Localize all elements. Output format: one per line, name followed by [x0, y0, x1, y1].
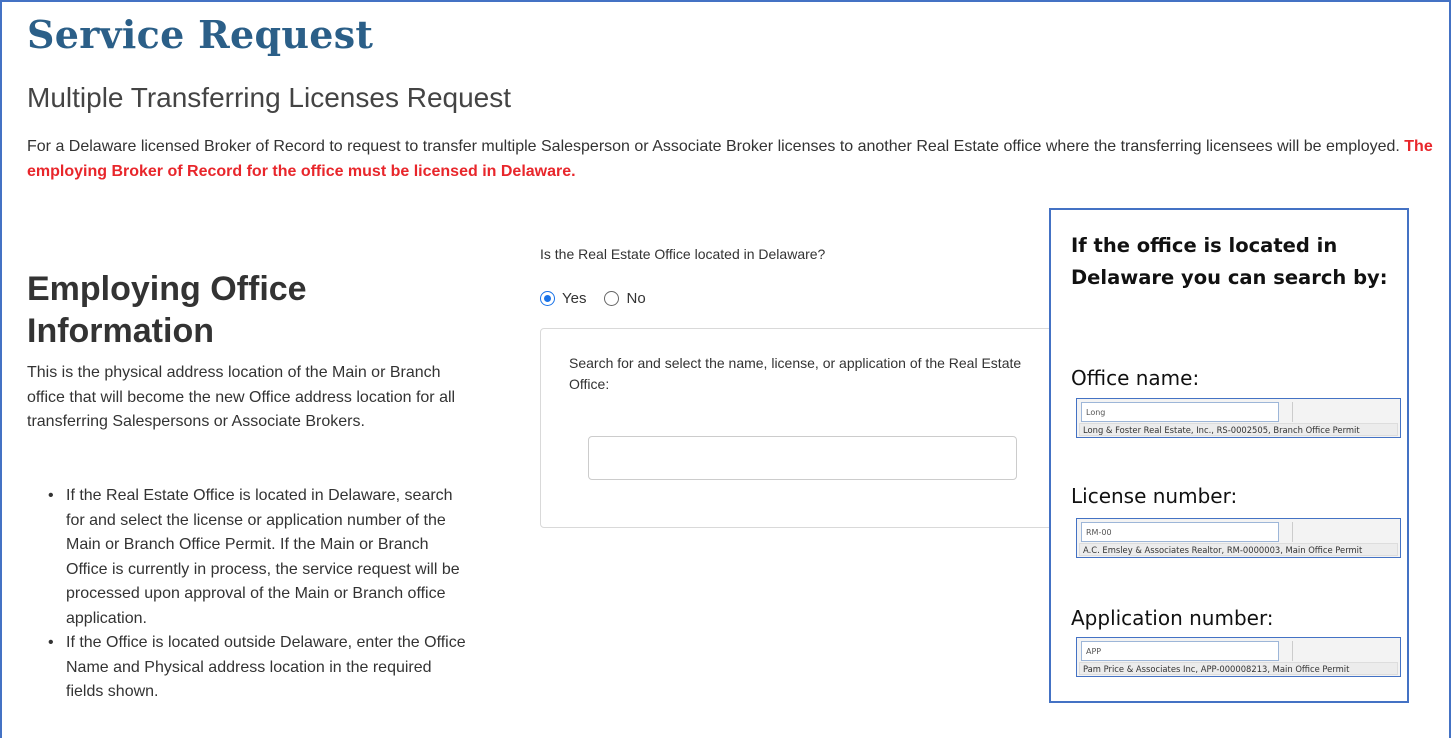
example-result: Long & Foster Real Estate, Inc., RS-0002…	[1079, 423, 1398, 436]
location-question: Is the Real Estate Office located in Del…	[540, 246, 826, 262]
callout-title: If the office is located in Delaware you…	[1071, 234, 1388, 289]
example-result: Pam Price & Associates Inc, APP-00000821…	[1079, 662, 1398, 675]
example-divider	[1292, 402, 1293, 422]
example-label-license-number: License number:	[1071, 484, 1238, 508]
office-search-input[interactable]	[588, 436, 1017, 480]
radio-no-label: No	[626, 290, 646, 307]
list-item: • If the Real Estate Office is located i…	[48, 484, 468, 631]
example-label-application-number: Application number:	[1071, 606, 1274, 630]
section-heading: Employing Office Information	[27, 270, 307, 350]
page-title: Service Request	[27, 12, 374, 57]
radio-yes-label: Yes	[562, 290, 587, 307]
office-search-panel: Search for and select the name, license,…	[540, 328, 1060, 528]
office-search-label: Search for and select the name, license,…	[569, 355, 1022, 392]
section-description: This is the physical address location of…	[27, 364, 456, 430]
intro-description: For a Delaware licensed Broker of Record…	[27, 138, 1400, 155]
example-result: A.C. Emsley & Associates Realtor, RM-000…	[1079, 543, 1398, 556]
example-divider	[1292, 641, 1293, 661]
bullet-icon: •	[48, 634, 54, 651]
example-input: APP	[1081, 641, 1279, 661]
radio-yes[interactable]	[540, 291, 555, 306]
radio-option-no[interactable]: No	[604, 290, 646, 307]
list-item: • If the Office is located outside Delaw…	[48, 631, 468, 705]
example-input: Long	[1081, 402, 1279, 422]
example-office-name: Long Long & Foster Real Estate, Inc., RS…	[1076, 398, 1401, 438]
example-divider	[1292, 522, 1293, 542]
radio-option-yes[interactable]: Yes	[540, 290, 586, 307]
page-subtitle: Multiple Transferring Licenses Request	[27, 82, 512, 113]
example-input: RM-00	[1081, 522, 1279, 542]
instruction-list: • If the Real Estate Office is located i…	[48, 484, 468, 705]
intro-text: For a Delaware licensed Broker of Record…	[27, 134, 1437, 184]
list-item-text: If the Real Estate Office is located in …	[66, 487, 460, 627]
bullet-icon: •	[48, 487, 54, 504]
example-label-office-name: Office name:	[1071, 366, 1200, 390]
location-radio-group: Yes No	[540, 290, 664, 307]
example-license-number: RM-00 A.C. Emsley & Associates Realtor, …	[1076, 518, 1401, 558]
example-application-number: APP Pam Price & Associates Inc, APP-0000…	[1076, 637, 1401, 677]
radio-no[interactable]	[604, 291, 620, 306]
list-item-text: If the Office is located outside Delawar…	[66, 634, 466, 700]
search-help-callout: If the office is located in Delaware you…	[1049, 208, 1409, 703]
